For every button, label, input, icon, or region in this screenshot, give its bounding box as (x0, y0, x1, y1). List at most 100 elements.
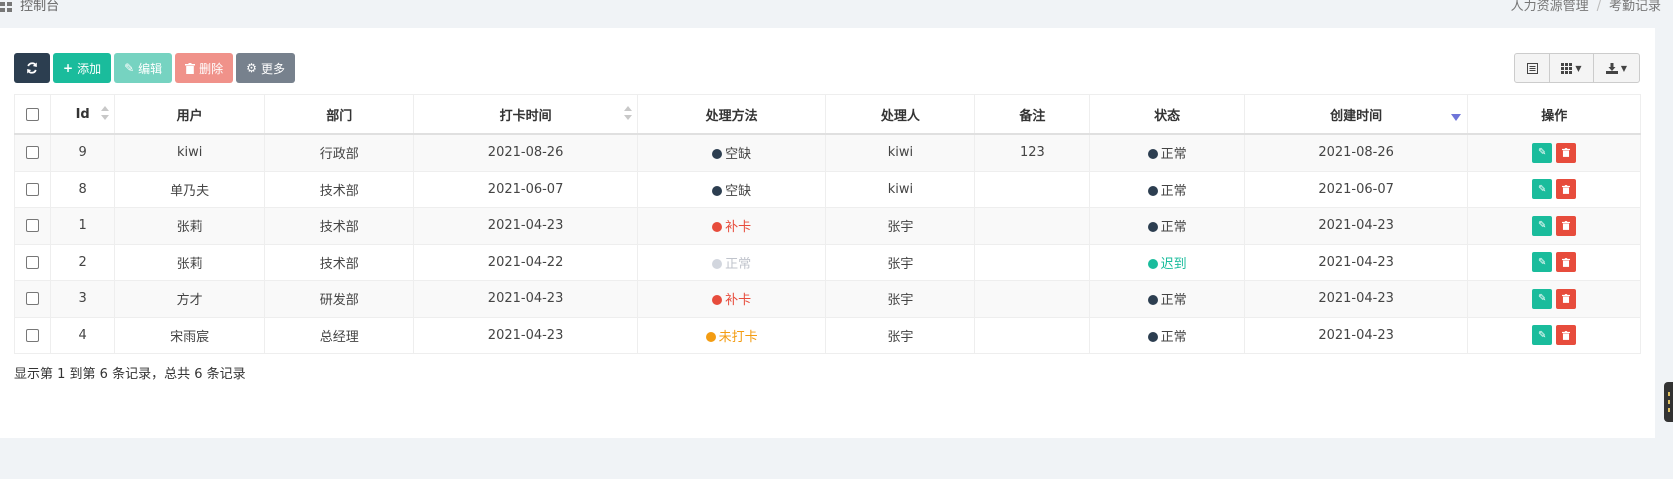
trash-icon (1562, 330, 1571, 340)
pencil-icon: ✎ (1538, 147, 1547, 159)
cell-user: 宋雨宸 (114, 316, 266, 354)
breadcrumb-home[interactable]: 控制台 (0, 0, 59, 14)
delete-button[interactable]: 删除 (175, 53, 234, 83)
table-row[interactable]: 4 宋雨宸 总经理 2021-04-23 未打卡 张宇 正常 2021-04-23 ✎ (13, 316, 1641, 354)
column-header-dept: 部门 (264, 94, 415, 135)
method-badge: 空缺 (712, 184, 751, 199)
row-select-cell (13, 170, 52, 208)
method-badge: 补卡 (712, 220, 751, 235)
table-row[interactable]: 3 方才 研发部 2021-04-23 补卡 张宇 正常 2021-04-23 ✎ (13, 280, 1641, 318)
status-dot-icon (712, 258, 723, 269)
column-header-created[interactable]: 创建时间 (1243, 94, 1469, 135)
cell-actions: ✎ (1467, 207, 1641, 245)
cell-created: 2021-04-23 (1243, 316, 1469, 354)
cell-method: 正常 (636, 243, 827, 281)
row-checkbox[interactable] (26, 146, 40, 160)
row-edit-button[interactable]: ✎ (1532, 252, 1553, 273)
row-delete-button[interactable] (1556, 288, 1577, 309)
row-checkbox[interactable] (26, 219, 40, 233)
status-badge: 迟到 (1147, 257, 1187, 272)
status-text: 正常 (1160, 329, 1187, 345)
row-edit-button[interactable]: ✎ (1532, 142, 1553, 163)
row-delete-button[interactable] (1556, 215, 1577, 236)
refresh-icon (27, 62, 37, 74)
row-edit-button[interactable]: ✎ (1532, 215, 1553, 236)
column-label: 用户 (176, 108, 203, 124)
cell-user: 方才 (114, 280, 266, 318)
cell-dept: 技术部 (264, 207, 415, 245)
table-row[interactable]: 1 张莉 技术部 2021-04-23 补卡 张宇 正常 2021-04-23 ✎ (13, 207, 1641, 245)
row-checkbox[interactable] (26, 292, 40, 306)
row-edit-button[interactable]: ✎ (1532, 179, 1553, 200)
cell-method: 补卡 (636, 207, 827, 245)
cell-id: 8 (50, 170, 116, 208)
status-badge: 正常 (1147, 293, 1187, 308)
delete-button-label: 删除 (199, 61, 224, 76)
main-panel: + 添加 ✎ 编辑 删除 ⚙ 更多 ▼ ▼ Id 用户 部门 打卡时间 处理方法… (0, 28, 1655, 438)
method-text: 正常 (725, 256, 752, 272)
method-text: 未打卡 (718, 329, 758, 345)
export-dropdown[interactable]: ▼ (1593, 53, 1640, 83)
row-checkbox[interactable] (26, 182, 40, 196)
edit-button[interactable]: ✎ 编辑 (114, 53, 173, 83)
gear-icon: ⚙ (246, 61, 257, 75)
status-text: 正常 (1160, 220, 1187, 236)
cell-punch-time: 2021-04-23 (413, 207, 638, 245)
column-label: 部门 (326, 108, 353, 124)
cell-handler: 张宇 (825, 207, 976, 245)
status-dot-icon (705, 331, 716, 342)
method-text: 空缺 (725, 147, 752, 163)
select-all-checkbox[interactable] (26, 107, 40, 121)
trash-icon (1562, 148, 1571, 158)
toggle-view-button[interactable] (1514, 53, 1550, 83)
trash-icon (1562, 294, 1571, 304)
cell-handler: 张宇 (825, 280, 976, 318)
method-badge: 正常 (712, 257, 751, 272)
column-header-user: 用户 (114, 94, 266, 135)
cell-punch-time: 2021-04-22 (413, 243, 638, 281)
trash-icon (185, 62, 196, 74)
column-label: 备注 (1019, 108, 1046, 124)
breadcrumb-item-hr[interactable]: 人力资源管理 (1511, 0, 1589, 14)
cell-dept: 总经理 (264, 316, 415, 354)
status-dot-icon (712, 222, 723, 233)
sort-desc-icon (1451, 114, 1462, 121)
row-delete-button[interactable] (1556, 325, 1577, 346)
column-label: 处理方法 (705, 108, 758, 124)
more-button-label: 更多 (260, 61, 285, 76)
table-row[interactable]: 9 kiwi 行政部 2021-08-26 空缺 kiwi 123 正常 2021-08-26 ✎ (13, 133, 1641, 172)
side-handle[interactable] (1664, 382, 1673, 422)
cell-method: 未打卡 (636, 316, 827, 354)
top-bar: 控制台 人力资源管理 / 考勤记录 (0, 0, 1673, 14)
cell-punch-time: 2021-08-26 (413, 133, 638, 172)
row-delete-button[interactable] (1556, 179, 1577, 200)
row-delete-button[interactable] (1556, 142, 1577, 163)
trash-icon (1562, 257, 1571, 267)
row-checkbox[interactable] (26, 328, 40, 342)
row-edit-button[interactable]: ✎ (1532, 325, 1553, 346)
row-edit-button[interactable]: ✎ (1532, 288, 1553, 309)
cell-id: 9 (50, 133, 116, 172)
cell-actions: ✎ (1467, 243, 1641, 281)
row-select-cell (13, 243, 52, 281)
cell-note: 123 (974, 133, 1091, 172)
column-header-id[interactable]: Id (50, 94, 116, 135)
cell-method: 空缺 (636, 170, 827, 208)
breadcrumb-home-label: 控制台 (20, 0, 60, 14)
column-header-punch-time[interactable]: 打卡时间 (413, 94, 638, 135)
table-row[interactable]: 8 单乃夫 技术部 2021-06-07 空缺 kiwi 正常 2021-06-07 ✎ (13, 170, 1641, 208)
add-button[interactable]: + 添加 (53, 53, 112, 83)
row-checkbox[interactable] (26, 255, 40, 269)
more-button[interactable]: ⚙ 更多 (236, 53, 295, 83)
columns-dropdown[interactable]: ▼ (1549, 53, 1594, 83)
table-row[interactable]: 2 张莉 技术部 2021-04-22 正常 张宇 迟到 2021-04-23 ✎ (13, 243, 1641, 281)
cell-status: 迟到 (1089, 243, 1245, 281)
status-dot-icon (1147, 258, 1158, 269)
refresh-button[interactable] (14, 53, 50, 83)
row-delete-button[interactable] (1556, 252, 1577, 273)
chevron-down-icon: ▼ (1620, 63, 1628, 73)
status-dot-icon (1147, 185, 1158, 196)
cell-handler: kiwi (825, 133, 976, 172)
cell-id: 2 (50, 243, 116, 281)
cell-user: kiwi (114, 133, 266, 172)
